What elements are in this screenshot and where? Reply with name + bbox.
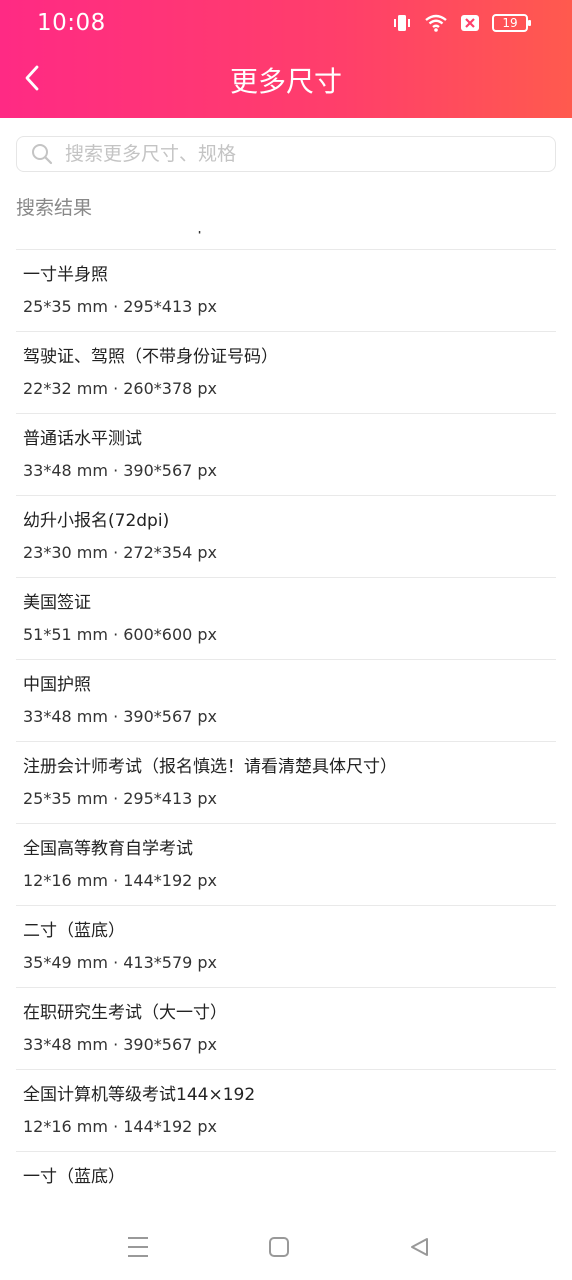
size-spec: 12*16 mm · 144*192 px [23,1117,218,1136]
status-icons: 19 [392,13,531,33]
size-spec: 33*48 mm · 390*567 px [23,1035,218,1054]
search-input[interactable] [65,143,525,165]
size-name: 全国计算机等级考试144×192 [23,1085,256,1105]
list-item[interactable]: 幼升小报名(72dpi) 23*30 mm · 272*354 px [16,496,556,578]
size-name: 二寸（蓝底） [23,921,125,941]
vibrate-icon [392,13,412,33]
results-list[interactable]: 25*35 mm · 295*413 px 一寸半身照 25*35 mm · 295… [0,231,572,1203]
size-name: 幼升小报名(72dpi) [23,511,170,531]
list-item[interactable]: 在职研究生考试（大一寸） 33*48 mm · 390*567 px [16,988,556,1070]
list-item[interactable]: 一寸（蓝底） [16,1152,556,1203]
size-spec: 22*32 mm · 260*378 px [23,379,218,398]
page-title: 更多尺寸 [229,65,342,98]
size-spec: 33*48 mm · 390*567 px [23,461,218,480]
size-spec: 25*35 mm · 295*413 px [23,231,217,234]
size-name: 在职研究生考试（大一寸） [23,1003,227,1023]
list-item[interactable]: 中国护照 33*48 mm · 390*567 px [16,660,556,742]
size-name: 一寸（蓝底） [23,1167,125,1187]
app-header: 10:08 19 更多尺寸 [0,0,572,118]
size-name: 美国签证 [23,593,91,613]
nav-bar: 更多尺寸 [0,50,572,110]
list-item[interactable]: 二寸（蓝底） 35*49 mm · 413*579 px [16,906,556,988]
list-item[interactable]: 一寸半身照 25*35 mm · 295*413 px [16,250,556,332]
list-item[interactable]: 美国签证 51*51 mm · 600*600 px [16,578,556,660]
status-time: 10:08 [37,10,106,36]
list-item[interactable]: 25*35 mm · 295*413 px [16,231,556,250]
size-spec: 23*30 mm · 272*354 px [23,543,218,562]
search-icon [31,143,53,165]
list-item[interactable]: 注册会计师考试（报名慎选！请看清楚具体尺寸） 25*35 mm · 295*413… [16,742,556,824]
size-name: 全国高等教育自学考试 [23,839,193,859]
section-label: 搜索结果 [16,197,93,219]
size-name: 普通话水平测试 [23,429,142,449]
size-name: 一寸半身照 [23,265,108,285]
home-icon[interactable] [264,1232,294,1262]
size-spec: 51*51 mm · 600*600 px [23,625,218,644]
size-spec: 12*16 mm · 144*192 px [23,871,218,890]
size-spec: 35*49 mm · 413*579 px [23,953,218,972]
size-spec: 25*35 mm · 295*413 px [23,789,218,808]
list-item[interactable]: 普通话水平测试 33*48 mm · 390*567 px [16,414,556,496]
system-navigation-bar [0,1210,572,1280]
no-sim-icon [460,14,480,32]
size-spec: 33*48 mm · 390*567 px [23,707,218,726]
size-spec: 25*35 mm · 295*413 px [23,297,218,316]
list-item[interactable]: 驾驶证、驾照（不带身份证号码） 22*32 mm · 260*378 px [16,332,556,414]
list-item[interactable]: 全国计算机等级考试144×192 12*16 mm · 144*192 px [16,1070,556,1152]
size-name: 注册会计师考试（报名慎选！请看清楚具体尺寸） [23,757,397,777]
list-item[interactable]: 全国高等教育自学考试 12*16 mm · 144*192 px [16,824,556,906]
wifi-icon [424,13,448,33]
search-box[interactable] [16,136,556,172]
size-name: 驾驶证、驾照（不带身份证号码） [23,347,278,367]
status-bar: 10:08 19 [0,0,572,50]
size-name: 中国护照 [23,675,91,695]
menu-icon[interactable] [123,1232,153,1262]
triangle-back-icon[interactable] [404,1232,434,1262]
battery-indicator: 19 [492,14,531,32]
